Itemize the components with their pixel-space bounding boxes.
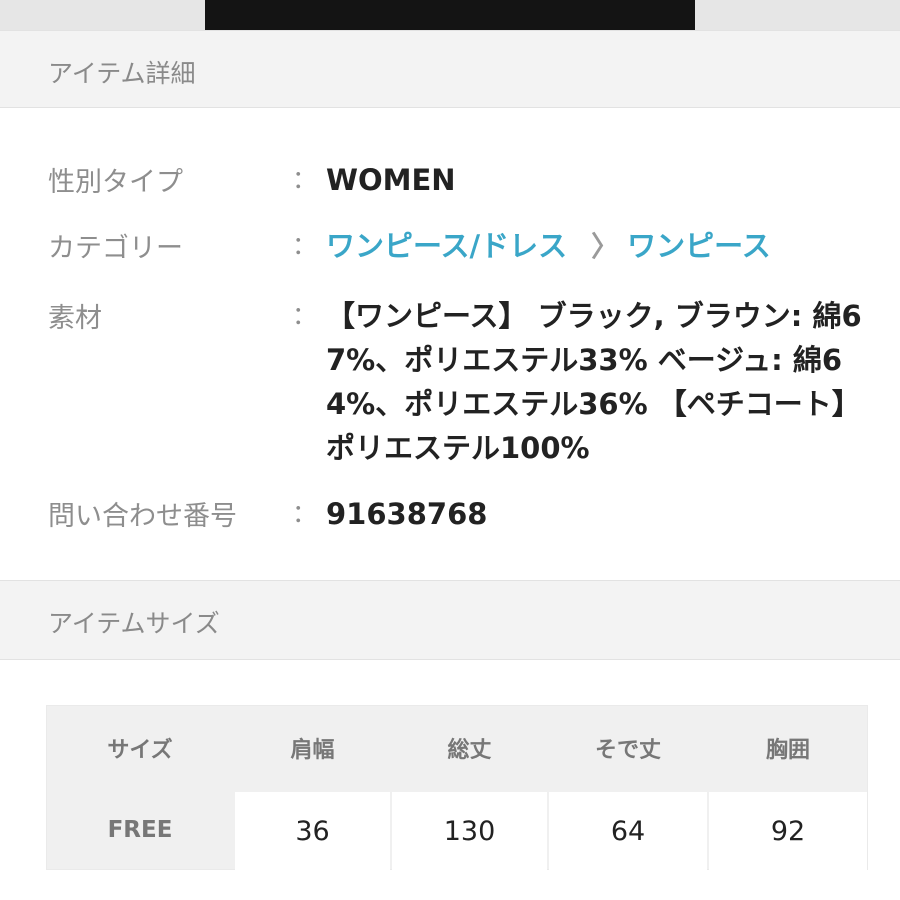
category-link-onepiece-dress[interactable]: ワンピース/ドレス bbox=[326, 229, 567, 263]
garment-image-fragment bbox=[205, 0, 695, 30]
category-link-onepiece[interactable]: ワンピース bbox=[627, 229, 771, 263]
size-header-chest: 胸囲 bbox=[765, 738, 810, 763]
material-label: 素材 bbox=[48, 303, 102, 334]
item-size-title: アイテムサイズ bbox=[48, 609, 220, 638]
item-detail-header: アイテム詳細 bbox=[0, 30, 900, 108]
inquiry-number-label: 問い合わせ番号 bbox=[48, 501, 237, 532]
size-value-length: 130 bbox=[392, 792, 547, 870]
item-detail-title: アイテム詳細 bbox=[48, 59, 196, 88]
size-header-length: 総丈 bbox=[447, 738, 492, 763]
size-value-shoulder: 36 bbox=[235, 792, 390, 870]
size-header-sleeve: そで丈 bbox=[594, 738, 661, 763]
size-table: サイズ 肩幅 総丈 そで丈 胸囲 FREE 36 130 64 92 bbox=[46, 705, 868, 870]
material-value: 【ワンピース】 ブラック, ブラウン: 綿67%、ポリエステル33% ベージュ:… bbox=[326, 299, 862, 465]
inquiry-number-colon: ： bbox=[292, 499, 318, 528]
chevron-right-icon: 〉 bbox=[591, 230, 620, 263]
gender-value: WOMEN bbox=[326, 163, 456, 197]
item-size-header: アイテムサイズ bbox=[0, 580, 900, 660]
size-header-size: サイズ bbox=[107, 738, 173, 763]
product-photo-bottom-edge bbox=[0, 0, 900, 30]
category-label: カテゴリー bbox=[48, 233, 183, 264]
category-colon: ： bbox=[292, 231, 318, 260]
inquiry-number-value: 91638768 bbox=[326, 497, 488, 531]
category-breadcrumb: ワンピース/ドレス〉ワンピース bbox=[326, 224, 771, 269]
size-header-shoulder: 肩幅 bbox=[290, 738, 335, 763]
size-value-sleeve: 64 bbox=[549, 792, 707, 870]
size-value-chest: 92 bbox=[709, 792, 867, 870]
material-colon: ： bbox=[292, 301, 318, 330]
gender-colon: ： bbox=[292, 165, 318, 194]
gender-label: 性別タイプ bbox=[48, 167, 183, 198]
size-row-label: FREE bbox=[107, 817, 173, 843]
